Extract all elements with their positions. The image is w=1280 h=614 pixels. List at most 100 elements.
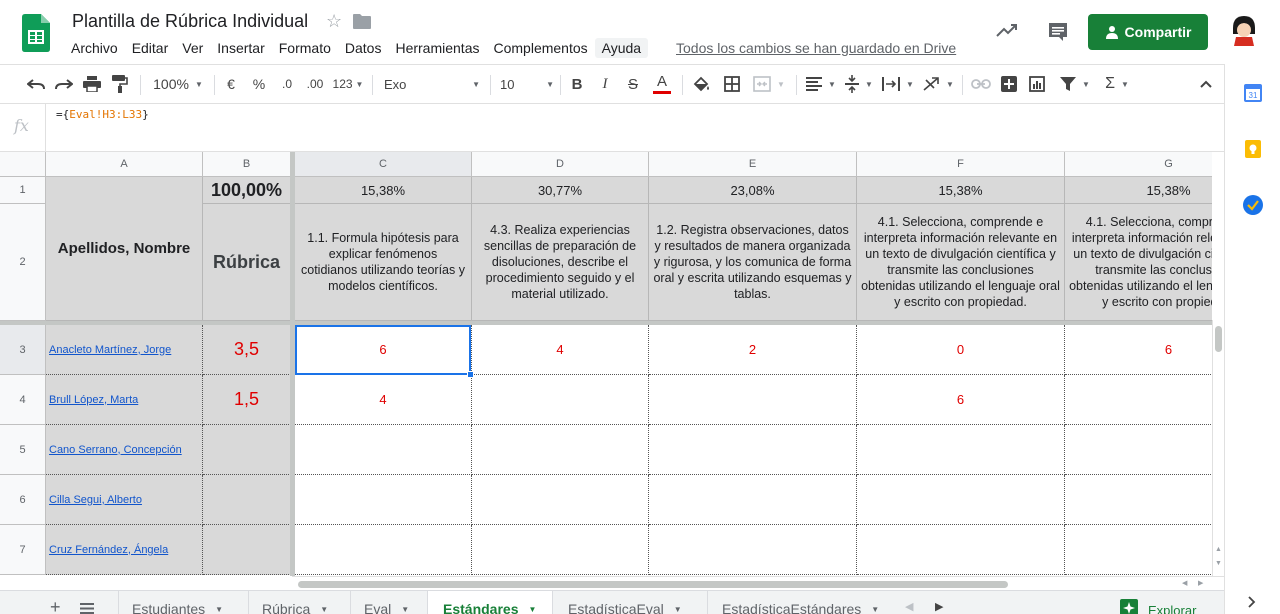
text-rotation-icon[interactable]: ▼ (920, 65, 956, 103)
weight-cell-d1[interactable]: 30,77% (472, 177, 649, 204)
horizontal-align-icon[interactable]: ▼ (804, 65, 838, 103)
tabs-scroll-right-icon[interactable]: ▶ (935, 600, 943, 613)
italic-button[interactable]: I (596, 65, 614, 103)
tabs-scroll-left-icon[interactable]: ◀ (905, 600, 913, 613)
vertical-align-icon[interactable]: ▼ (842, 65, 876, 103)
score-cell[interactable] (472, 525, 649, 575)
standard-cell-d2[interactable]: 4.3. Realiza experiencias sencillas de p… (472, 204, 649, 321)
standard-cell-e2[interactable]: 1.2. Registra observaciones, datos y res… (649, 204, 857, 321)
sheet-tab-rubrica[interactable]: Rúbrica ▼ (262, 591, 328, 614)
merge-cells-icon[interactable]: ▼ (750, 65, 788, 103)
standard-cell-c2[interactable]: 1.1. Formula hipótesis para explicar fen… (295, 204, 472, 321)
weight-cell-f1[interactable]: 15,38% (857, 177, 1065, 204)
row-header-6[interactable]: 6 (0, 475, 46, 525)
all-sheets-icon[interactable] (80, 603, 94, 614)
scroll-right-arrow-icon[interactable]: ▶ (1198, 579, 1203, 587)
menu-ayuda[interactable]: Ayuda (594, 38, 649, 58)
student-grade-cell[interactable] (203, 425, 291, 475)
column-header-a[interactable]: A (46, 152, 203, 177)
user-avatar[interactable] (1228, 14, 1260, 46)
document-title[interactable]: Plantilla de Rúbrica Individual (72, 11, 308, 32)
collapse-toolbar-icon[interactable] (1196, 65, 1216, 103)
score-cell[interactable] (857, 475, 1065, 525)
menu-datos[interactable]: Datos (338, 38, 389, 58)
folder-icon[interactable] (353, 14, 371, 29)
score-cell[interactable] (649, 475, 857, 525)
header-name-cell[interactable]: Apellidos, Nombre (46, 177, 203, 321)
score-cell[interactable] (472, 425, 649, 475)
expand-side-panel-icon[interactable] (1248, 596, 1256, 608)
menu-ver[interactable]: Ver (175, 38, 210, 58)
menu-complementos[interactable]: Complementos (486, 38, 594, 58)
row-header-5[interactable]: 5 (0, 425, 46, 475)
score-cell[interactable]: 6 (1065, 325, 1212, 375)
score-cell[interactable] (649, 375, 857, 425)
borders-icon[interactable] (722, 65, 742, 103)
insert-link-icon[interactable] (970, 65, 992, 103)
column-header-b[interactable]: B (203, 152, 291, 177)
score-cell[interactable] (1065, 425, 1212, 475)
sheet-tab-estandares[interactable]: Estándares ▼ (427, 591, 553, 614)
sheets-logo-icon[interactable] (22, 14, 50, 52)
scroll-left-arrow-icon[interactable]: ◀ (1182, 579, 1187, 587)
keep-icon[interactable] (1245, 140, 1261, 158)
score-cell[interactable] (295, 475, 472, 525)
student-grade-cell[interactable]: 3,5 (203, 325, 291, 375)
student-grade-cell[interactable]: 1,5 (203, 375, 291, 425)
text-color-button[interactable]: A (652, 65, 672, 103)
standard-cell-g2[interactable]: 4.1. Selecciona, comprende e interpreta … (1065, 204, 1212, 321)
sheet-tab-estadistica-estandares[interactable]: EstadísticaEstándares ▼ (722, 591, 879, 614)
text-wrap-icon[interactable]: ▼ (880, 65, 916, 103)
zoom-select[interactable]: 100% ▼ (148, 65, 208, 103)
score-cell[interactable]: 4 (295, 375, 472, 425)
redo-icon[interactable] (52, 65, 76, 103)
menu-herramientas[interactable]: Herramientas (388, 38, 486, 58)
row-header-1[interactable]: 1 (0, 177, 46, 204)
weight-cell-e1[interactable]: 23,08% (649, 177, 857, 204)
score-cell[interactable]: 6 (857, 375, 1065, 425)
score-cell[interactable] (649, 425, 857, 475)
explore-button[interactable]: Explorar (1120, 591, 1196, 614)
more-formats-select[interactable]: 123 ▼ (330, 65, 366, 103)
student-name-cell[interactable]: Cilla Segui, Alberto (46, 475, 203, 525)
score-cell[interactable] (1065, 525, 1212, 575)
sheet-tab-estudiantes[interactable]: Estudiantes ▼ (132, 591, 223, 614)
column-header-c[interactable]: C (295, 152, 472, 177)
save-status-link[interactable]: Todos los cambios se han guardado en Dri… (676, 40, 956, 56)
standard-cell-f2[interactable]: 4.1. Selecciona, comprende e interpreta … (857, 204, 1065, 321)
score-cell[interactable] (857, 425, 1065, 475)
menu-insertar[interactable]: Insertar (210, 38, 271, 58)
student-name-cell[interactable]: Anacleto Martínez, Jorge (46, 325, 203, 375)
font-family-select[interactable]: Exo ▼ (384, 65, 480, 103)
score-cell[interactable] (472, 475, 649, 525)
decrease-decimal-button[interactable]: .0 (276, 65, 298, 103)
menu-editar[interactable]: Editar (125, 38, 176, 58)
column-header-d[interactable]: D (472, 152, 649, 177)
scroll-down-arrow-icon[interactable]: ▼ (1215, 560, 1222, 567)
functions-icon[interactable]: Σ ▼ (1100, 65, 1134, 103)
bold-button[interactable]: B (568, 65, 586, 103)
rubric-label-cell[interactable]: Rúbrica (203, 204, 291, 321)
column-header-f[interactable]: F (857, 152, 1065, 177)
fill-handle[interactable] (467, 371, 474, 378)
rubric-total-cell[interactable]: 100,00% (203, 177, 291, 204)
format-percent-button[interactable]: % (250, 65, 268, 103)
student-grade-cell[interactable] (203, 475, 291, 525)
row-header-7[interactable]: 7 (0, 525, 46, 575)
score-cell[interactable] (857, 525, 1065, 575)
column-header-g[interactable]: G (1065, 152, 1212, 177)
menu-archivo[interactable]: Archivo (64, 38, 125, 58)
add-sheet-icon[interactable]: + (50, 597, 61, 614)
sheet-tab-estadistica-eval[interactable]: EstadísticaEval ▼ (568, 591, 682, 614)
row-header-4[interactable]: 4 (0, 375, 46, 425)
font-size-select[interactable]: 10 ▼ (500, 65, 554, 103)
student-grade-cell[interactable] (203, 525, 291, 575)
frozen-rows-divider[interactable] (0, 321, 1212, 325)
row-header-3[interactable]: 3 (0, 325, 46, 375)
comments-icon[interactable] (1047, 22, 1069, 42)
activity-trend-icon[interactable] (996, 22, 1018, 38)
increase-decimal-button[interactable]: .00 (302, 65, 328, 103)
strikethrough-button[interactable]: S (624, 65, 642, 103)
horizontal-scrollbar[interactable]: ◀ ▶ (292, 576, 1224, 590)
calendar-icon[interactable]: 31 (1244, 84, 1262, 102)
